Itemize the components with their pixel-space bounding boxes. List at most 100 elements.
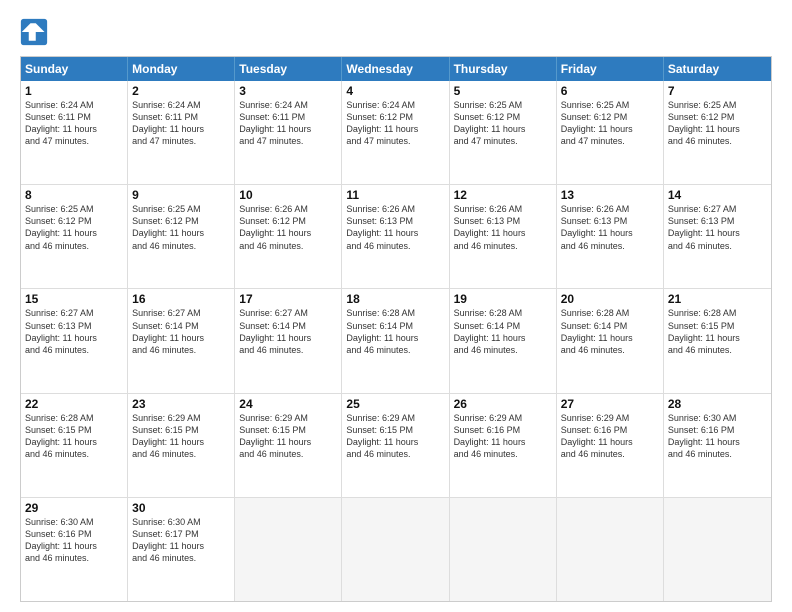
- table-row: 4Sunrise: 6:24 AM Sunset: 6:12 PM Daylig…: [342, 81, 449, 184]
- header-day-friday: Friday: [557, 57, 664, 81]
- day-info: Sunrise: 6:28 AM Sunset: 6:15 PM Dayligh…: [668, 307, 767, 356]
- day-number: 26: [454, 397, 552, 411]
- calendar-week-1: 1Sunrise: 6:24 AM Sunset: 6:11 PM Daylig…: [21, 81, 771, 185]
- day-info: Sunrise: 6:25 AM Sunset: 6:12 PM Dayligh…: [561, 99, 659, 148]
- table-row: 21Sunrise: 6:28 AM Sunset: 6:15 PM Dayli…: [664, 289, 771, 392]
- day-number: 12: [454, 188, 552, 202]
- day-number: 7: [668, 84, 767, 98]
- header-day-saturday: Saturday: [664, 57, 771, 81]
- day-number: 14: [668, 188, 767, 202]
- day-info: Sunrise: 6:27 AM Sunset: 6:14 PM Dayligh…: [132, 307, 230, 356]
- table-row: 9Sunrise: 6:25 AM Sunset: 6:12 PM Daylig…: [128, 185, 235, 288]
- day-info: Sunrise: 6:29 AM Sunset: 6:16 PM Dayligh…: [561, 412, 659, 461]
- day-info: Sunrise: 6:28 AM Sunset: 6:14 PM Dayligh…: [561, 307, 659, 356]
- table-row: 13Sunrise: 6:26 AM Sunset: 6:13 PM Dayli…: [557, 185, 664, 288]
- calendar-week-5: 29Sunrise: 6:30 AM Sunset: 6:16 PM Dayli…: [21, 498, 771, 601]
- day-info: Sunrise: 6:26 AM Sunset: 6:13 PM Dayligh…: [346, 203, 444, 252]
- day-info: Sunrise: 6:27 AM Sunset: 6:13 PM Dayligh…: [668, 203, 767, 252]
- table-row: 19Sunrise: 6:28 AM Sunset: 6:14 PM Dayli…: [450, 289, 557, 392]
- table-row: [450, 498, 557, 601]
- table-row: 22Sunrise: 6:28 AM Sunset: 6:15 PM Dayli…: [21, 394, 128, 497]
- table-row: 24Sunrise: 6:29 AM Sunset: 6:15 PM Dayli…: [235, 394, 342, 497]
- day-number: 1: [25, 84, 123, 98]
- day-info: Sunrise: 6:24 AM Sunset: 6:11 PM Dayligh…: [132, 99, 230, 148]
- header-day-thursday: Thursday: [450, 57, 557, 81]
- day-info: Sunrise: 6:26 AM Sunset: 6:13 PM Dayligh…: [454, 203, 552, 252]
- table-row: 20Sunrise: 6:28 AM Sunset: 6:14 PM Dayli…: [557, 289, 664, 392]
- logo-icon: [20, 18, 48, 46]
- day-info: Sunrise: 6:25 AM Sunset: 6:12 PM Dayligh…: [25, 203, 123, 252]
- table-row: 16Sunrise: 6:27 AM Sunset: 6:14 PM Dayli…: [128, 289, 235, 392]
- day-number: 15: [25, 292, 123, 306]
- table-row: 14Sunrise: 6:27 AM Sunset: 6:13 PM Dayli…: [664, 185, 771, 288]
- day-number: 17: [239, 292, 337, 306]
- header-day-wednesday: Wednesday: [342, 57, 449, 81]
- table-row: 3Sunrise: 6:24 AM Sunset: 6:11 PM Daylig…: [235, 81, 342, 184]
- table-row: 1Sunrise: 6:24 AM Sunset: 6:11 PM Daylig…: [21, 81, 128, 184]
- day-number: 22: [25, 397, 123, 411]
- day-number: 2: [132, 84, 230, 98]
- table-row: [664, 498, 771, 601]
- day-number: 20: [561, 292, 659, 306]
- day-info: Sunrise: 6:30 AM Sunset: 6:16 PM Dayligh…: [25, 516, 123, 565]
- day-number: 13: [561, 188, 659, 202]
- page: SundayMondayTuesdayWednesdayThursdayFrid…: [0, 0, 792, 612]
- day-info: Sunrise: 6:30 AM Sunset: 6:17 PM Dayligh…: [132, 516, 230, 565]
- day-info: Sunrise: 6:24 AM Sunset: 6:12 PM Dayligh…: [346, 99, 444, 148]
- logo: [20, 18, 52, 46]
- day-number: 27: [561, 397, 659, 411]
- table-row: 6Sunrise: 6:25 AM Sunset: 6:12 PM Daylig…: [557, 81, 664, 184]
- header-day-sunday: Sunday: [21, 57, 128, 81]
- calendar-week-2: 8Sunrise: 6:25 AM Sunset: 6:12 PM Daylig…: [21, 185, 771, 289]
- day-number: 21: [668, 292, 767, 306]
- day-info: Sunrise: 6:27 AM Sunset: 6:13 PM Dayligh…: [25, 307, 123, 356]
- calendar: SundayMondayTuesdayWednesdayThursdayFrid…: [20, 56, 772, 602]
- day-info: Sunrise: 6:26 AM Sunset: 6:12 PM Dayligh…: [239, 203, 337, 252]
- day-info: Sunrise: 6:27 AM Sunset: 6:14 PM Dayligh…: [239, 307, 337, 356]
- day-info: Sunrise: 6:25 AM Sunset: 6:12 PM Dayligh…: [132, 203, 230, 252]
- table-row: 23Sunrise: 6:29 AM Sunset: 6:15 PM Dayli…: [128, 394, 235, 497]
- day-number: 8: [25, 188, 123, 202]
- day-number: 19: [454, 292, 552, 306]
- header-day-monday: Monday: [128, 57, 235, 81]
- day-info: Sunrise: 6:25 AM Sunset: 6:12 PM Dayligh…: [454, 99, 552, 148]
- calendar-header: SundayMondayTuesdayWednesdayThursdayFrid…: [21, 57, 771, 81]
- table-row: 17Sunrise: 6:27 AM Sunset: 6:14 PM Dayli…: [235, 289, 342, 392]
- table-row: [342, 498, 449, 601]
- calendar-body: 1Sunrise: 6:24 AM Sunset: 6:11 PM Daylig…: [21, 81, 771, 601]
- header-day-tuesday: Tuesday: [235, 57, 342, 81]
- calendar-week-4: 22Sunrise: 6:28 AM Sunset: 6:15 PM Dayli…: [21, 394, 771, 498]
- table-row: 15Sunrise: 6:27 AM Sunset: 6:13 PM Dayli…: [21, 289, 128, 392]
- day-number: 23: [132, 397, 230, 411]
- table-row: 18Sunrise: 6:28 AM Sunset: 6:14 PM Dayli…: [342, 289, 449, 392]
- table-row: 12Sunrise: 6:26 AM Sunset: 6:13 PM Dayli…: [450, 185, 557, 288]
- table-row: 5Sunrise: 6:25 AM Sunset: 6:12 PM Daylig…: [450, 81, 557, 184]
- day-info: Sunrise: 6:25 AM Sunset: 6:12 PM Dayligh…: [668, 99, 767, 148]
- table-row: 10Sunrise: 6:26 AM Sunset: 6:12 PM Dayli…: [235, 185, 342, 288]
- table-row: [557, 498, 664, 601]
- day-info: Sunrise: 6:29 AM Sunset: 6:15 PM Dayligh…: [132, 412, 230, 461]
- table-row: 26Sunrise: 6:29 AM Sunset: 6:16 PM Dayli…: [450, 394, 557, 497]
- calendar-week-3: 15Sunrise: 6:27 AM Sunset: 6:13 PM Dayli…: [21, 289, 771, 393]
- day-number: 6: [561, 84, 659, 98]
- table-row: 29Sunrise: 6:30 AM Sunset: 6:16 PM Dayli…: [21, 498, 128, 601]
- day-number: 25: [346, 397, 444, 411]
- day-number: 28: [668, 397, 767, 411]
- table-row: [235, 498, 342, 601]
- day-info: Sunrise: 6:30 AM Sunset: 6:16 PM Dayligh…: [668, 412, 767, 461]
- day-info: Sunrise: 6:28 AM Sunset: 6:15 PM Dayligh…: [25, 412, 123, 461]
- day-info: Sunrise: 6:24 AM Sunset: 6:11 PM Dayligh…: [25, 99, 123, 148]
- day-info: Sunrise: 6:24 AM Sunset: 6:11 PM Dayligh…: [239, 99, 337, 148]
- table-row: 25Sunrise: 6:29 AM Sunset: 6:15 PM Dayli…: [342, 394, 449, 497]
- day-number: 5: [454, 84, 552, 98]
- day-info: Sunrise: 6:29 AM Sunset: 6:15 PM Dayligh…: [239, 412, 337, 461]
- day-info: Sunrise: 6:28 AM Sunset: 6:14 PM Dayligh…: [346, 307, 444, 356]
- day-number: 9: [132, 188, 230, 202]
- day-number: 16: [132, 292, 230, 306]
- table-row: 2Sunrise: 6:24 AM Sunset: 6:11 PM Daylig…: [128, 81, 235, 184]
- day-number: 29: [25, 501, 123, 515]
- table-row: 7Sunrise: 6:25 AM Sunset: 6:12 PM Daylig…: [664, 81, 771, 184]
- day-number: 11: [346, 188, 444, 202]
- day-number: 30: [132, 501, 230, 515]
- table-row: 8Sunrise: 6:25 AM Sunset: 6:12 PM Daylig…: [21, 185, 128, 288]
